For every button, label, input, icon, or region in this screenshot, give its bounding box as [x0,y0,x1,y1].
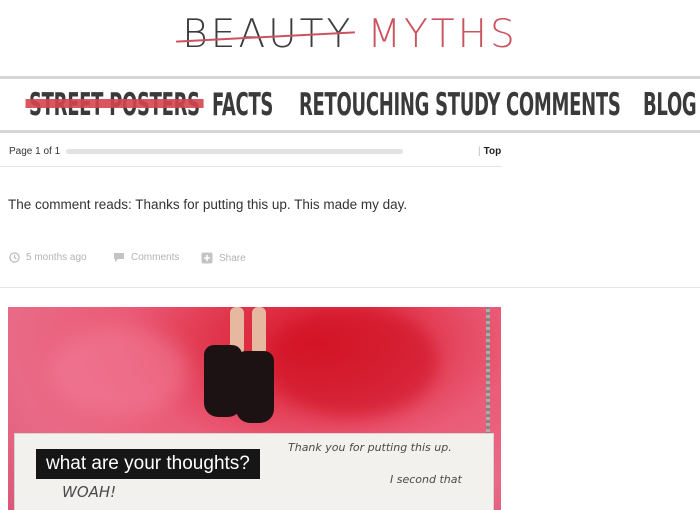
logo-word-beauty: BEAUTY [182,6,353,64]
poster-handwriting-woah: WOAH! [62,483,117,501]
top-link-label: Top [483,146,502,157]
comment-icon [114,253,124,262]
nav-item-comments[interactable]: COMMENTS [506,84,621,126]
share-link-label: Share [219,252,246,264]
page-scroll-track[interactable] [66,149,403,154]
poster-question: what are your thoughts? [36,449,260,479]
photo-paint-splash [268,307,438,417]
poster-handwriting-thanks: Thank you for putting this up. [288,441,452,454]
photo-paint-splash-light [48,327,188,417]
post-caption: The comment reads: Thanks for putting th… [8,197,408,212]
nav-divider-bottom [0,130,700,133]
poster-handwriting-second: I second that [390,473,462,486]
nav-item-retouching-study[interactable]: RETOUCHING STUDY [299,84,500,126]
post-divider [0,287,700,288]
nav-item-facts[interactable]: FACTS [212,84,273,126]
main-nav: STREET POSTERS FACTS RETOUCHING STUDY CO… [0,80,700,130]
top-arrow-icon: | [478,146,481,157]
share-link[interactable]: Share [201,252,246,264]
clock-icon [9,252,20,263]
photo-shoe-right [236,351,274,423]
nav-divider-top [0,76,700,79]
nav-item-blog[interactable]: BLOG [643,84,697,126]
comments-link[interactable]: Comments [113,252,179,263]
pager-divider [0,166,502,167]
share-icon [201,252,213,264]
post-time-label: 5 months ago [26,252,87,263]
post-photo[interactable]: what are your thoughts? Thank you for pu… [8,307,501,510]
pager-bar: Page 1 of 1 | Top [0,140,502,164]
post-time: 5 months ago [9,252,87,263]
logo-word-myths: MYTHS [367,12,518,57]
top-link[interactable]: | Top [478,146,501,157]
nav-item-street-posters[interactable]: STREET POSTERS [25,84,204,126]
site-logo[interactable]: BEAUTY MYTHS [0,6,700,64]
comments-link-label: Comments [131,252,180,263]
page-indicator: Page 1 of 1 [9,146,61,157]
